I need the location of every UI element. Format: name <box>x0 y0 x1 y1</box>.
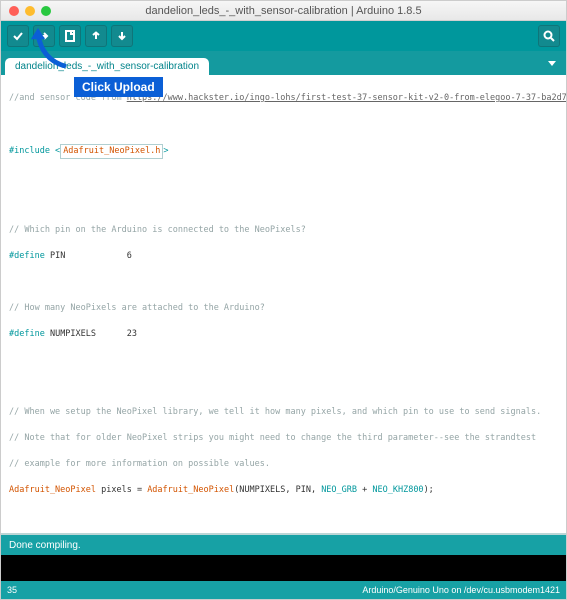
code-line: #define PIN 6 <box>9 250 558 263</box>
code-line: // How many NeoPixels are attached to th… <box>9 302 558 315</box>
code-line: // Which pin on the Arduino is connected… <box>9 224 558 237</box>
status-text: Done compiling. <box>9 540 81 551</box>
code-line: // Note that for older NeoPixel strips y… <box>9 432 558 445</box>
status-bar: Done compiling. <box>1 535 566 555</box>
upload-button[interactable] <box>33 25 55 47</box>
code-line: #include <Adafruit_NeoPixel.h> <box>9 144 558 159</box>
titlebar: dandelion_leds_-_with_sensor-calibration… <box>1 1 566 21</box>
code-line: #define NUMPIXELS 23 <box>9 328 558 341</box>
serial-monitor-button[interactable] <box>538 25 560 47</box>
traffic-lights <box>1 6 51 16</box>
console[interactable] <box>1 555 566 581</box>
minimize-window-button[interactable] <box>25 6 35 16</box>
code-editor[interactable]: //and sensor code from https://www.hacks… <box>1 75 566 535</box>
verify-button[interactable] <box>7 25 29 47</box>
zoom-window-button[interactable] <box>41 6 51 16</box>
new-button[interactable] <box>59 25 81 47</box>
sketch-tab[interactable]: dandelion_leds_-_with_sensor-calibration <box>5 58 209 75</box>
close-window-button[interactable] <box>9 6 19 16</box>
toolbar <box>1 21 566 51</box>
window-title: dandelion_leds_-_with_sensor-calibration… <box>1 5 566 17</box>
arduino-window: dandelion_leds_-_with_sensor-calibration… <box>0 0 567 600</box>
footer: 35 Arduino/Genuino Uno on /dev/cu.usbmod… <box>1 581 566 599</box>
code-line: // example for more information on possi… <box>9 458 558 471</box>
open-button[interactable] <box>85 25 107 47</box>
line-number: 35 <box>7 585 17 595</box>
tab-bar: dandelion_leds_-_with_sensor-calibration <box>1 51 566 75</box>
tab-menu-button[interactable] <box>544 55 560 71</box>
save-button[interactable] <box>111 25 133 47</box>
code-line: //and sensor code from https://www.hacks… <box>9 92 558 105</box>
code-line: Adafruit_NeoPixel pixels = Adafruit_NeoP… <box>9 484 558 497</box>
board-port: Arduino/Genuino Uno on /dev/cu.usbmodem1… <box>362 585 560 595</box>
code-line: // When we setup the NeoPixel library, w… <box>9 406 558 419</box>
